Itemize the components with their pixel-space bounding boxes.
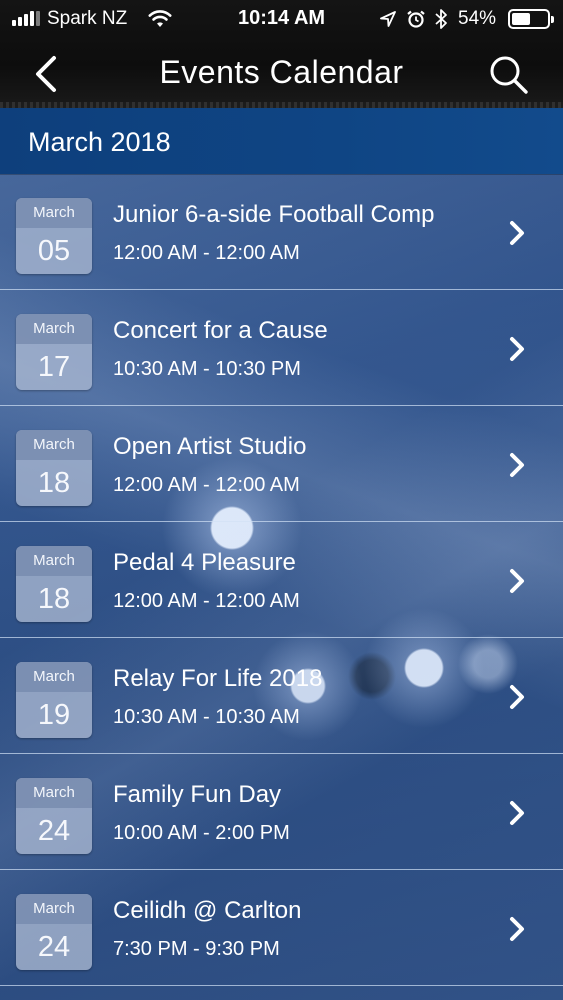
chevron-right-icon (510, 685, 524, 709)
date-day: 17 (37, 351, 71, 383)
event-time: 10:30 AM - 10:30 AM (113, 706, 300, 728)
event-row[interactable]: March 17 Concert for a Cause 10:30 AM - … (0, 290, 563, 406)
month-label: March 2018 (28, 127, 171, 157)
date-month: March (16, 546, 92, 576)
event-row[interactable]: March 18 Open Artist Studio 12:00 AM - 1… (0, 406, 563, 522)
date-badge: March 05 (16, 198, 92, 274)
event-title: Relay For Life 2018 (113, 665, 323, 692)
date-badge: March 24 (16, 894, 92, 970)
date-day: 24 (37, 931, 71, 963)
signal-icon (12, 11, 40, 26)
events-list: March 05 Junior 6-a-side Football Comp 1… (0, 174, 563, 986)
date-month: March (16, 662, 92, 692)
date-badge: March 24 (16, 778, 92, 854)
date-day: 05 (37, 235, 71, 267)
event-title: Pedal 4 Pleasure (113, 549, 296, 576)
status-time: 10:14 AM (238, 7, 326, 29)
date-month: March (16, 894, 92, 924)
event-time: 10:00 AM - 2:00 PM (113, 822, 290, 844)
event-time: 12:00 AM - 12:00 AM (113, 474, 300, 496)
event-row[interactable]: March 24 Ceilidh @ Carlton 7:30 PM - 9:3… (0, 870, 563, 986)
location-icon (380, 11, 396, 27)
chevron-right-icon (510, 917, 524, 941)
alarm-icon (407, 10, 425, 28)
date-day: 18 (37, 467, 71, 499)
event-title: Open Artist Studio (113, 433, 307, 460)
date-month: March (16, 430, 92, 460)
date-badge: March 17 (16, 314, 92, 390)
top-bar: Spark NZ 10:14 AM 54% Events Calendar (0, 0, 563, 108)
bluetooth-icon (435, 9, 447, 29)
event-time: 10:30 AM - 10:30 PM (113, 358, 301, 380)
event-time: 12:00 AM - 12:00 AM (113, 242, 300, 264)
event-title: Concert for a Cause (113, 317, 328, 344)
chevron-right-icon (510, 801, 524, 825)
chevron-right-icon (510, 453, 524, 477)
date-badge: March 18 (16, 430, 92, 506)
status-bar: Spark NZ 10:14 AM 54% (0, 0, 563, 38)
event-title: Ceilidh @ Carlton (113, 897, 302, 924)
date-day: 18 (37, 583, 71, 615)
date-day: 24 (37, 815, 71, 847)
event-title: Junior 6-a-side Football Comp (113, 201, 435, 228)
date-month: March (16, 198, 92, 228)
page-title: Events Calendar (159, 54, 404, 90)
chevron-right-icon (510, 569, 524, 593)
event-row[interactable]: March 19 Relay For Life 2018 10:30 AM - … (0, 638, 563, 754)
chevron-right-icon (510, 221, 524, 245)
event-title: Family Fun Day (113, 781, 282, 808)
event-row[interactable]: March 24 Family Fun Day 10:00 AM - 2:00 … (0, 754, 563, 870)
event-time: 12:00 AM - 12:00 AM (113, 590, 300, 612)
month-header: March 2018 (0, 108, 563, 174)
battery-icon (508, 9, 554, 29)
event-row[interactable]: March 05 Junior 6-a-side Football Comp 1… (0, 174, 563, 290)
chevron-right-icon (510, 337, 524, 361)
date-month: March (16, 778, 92, 808)
search-icon[interactable] (484, 50, 532, 98)
date-badge: March 19 (16, 662, 92, 738)
date-day: 19 (37, 699, 71, 731)
date-badge: March 18 (16, 546, 92, 622)
date-month: March (16, 314, 92, 344)
carrier-name: Spark NZ (47, 8, 128, 29)
wifi-icon (148, 10, 172, 27)
event-time: 7:30 PM - 9:30 PM (113, 938, 280, 960)
event-row[interactable]: March 18 Pedal 4 Pleasure 12:00 AM - 12:… (0, 522, 563, 638)
battery-percent: 54% (458, 8, 497, 29)
